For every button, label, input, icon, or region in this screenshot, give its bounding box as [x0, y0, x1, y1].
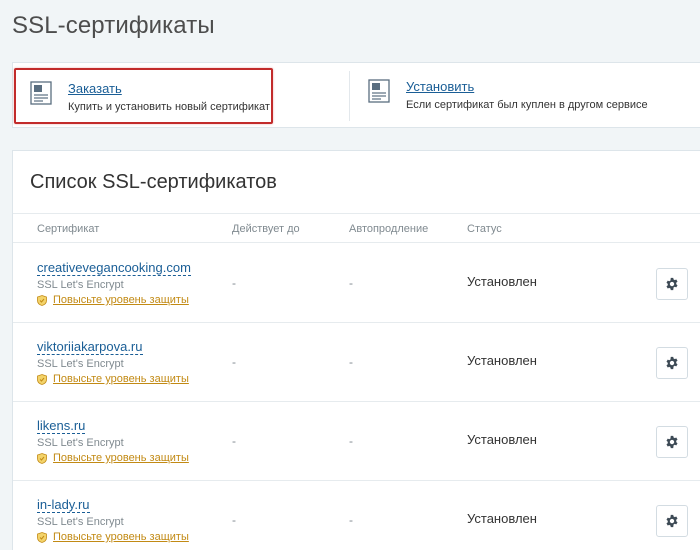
domain-link[interactable]: viktoriiakarpova.ru: [37, 340, 143, 355]
ssl-type: SSL Let's Encrypt: [37, 358, 124, 370]
settings-button[interactable]: [656, 347, 688, 379]
settings-button[interactable]: [656, 505, 688, 537]
upgrade-link[interactable]: Повысьте уровень защиты: [53, 373, 189, 385]
column-auto-renew: Автопродление: [349, 223, 429, 235]
page-title: SSL-сертификаты: [12, 12, 215, 39]
order-action-text: Заказать Купить и установить новый серти…: [68, 81, 270, 115]
domain-link[interactable]: creativevegancooking.com: [37, 261, 191, 276]
table-header: Сертификат Действует до Автопродление Ст…: [13, 213, 700, 243]
table-row: in-lady.ru SSL Let's Encrypt Повысьте ур…: [13, 481, 700, 550]
settings-button[interactable]: [656, 426, 688, 458]
table-row: creativevegancooking.com SSL Let's Encry…: [13, 244, 700, 323]
ssl-type: SSL Let's Encrypt: [37, 516, 124, 528]
certificate-icon: [368, 79, 390, 103]
order-action[interactable]: Заказать Купить и установить новый серти…: [14, 68, 273, 124]
install-description: Если сертификат был куплен в другом серв…: [406, 99, 648, 111]
upgrade-security: Повысьте уровень защиты: [37, 373, 189, 385]
domain-link[interactable]: likens.ru: [37, 419, 86, 434]
order-link[interactable]: Заказать: [68, 81, 270, 97]
status-text: Установлен: [467, 353, 537, 368]
ssl-type: SSL Let's Encrypt: [37, 437, 124, 449]
install-link[interactable]: Установить: [406, 79, 648, 95]
shield-icon: [37, 294, 47, 306]
status-text: Установлен: [467, 274, 537, 289]
auto-renew-value: -: [349, 434, 353, 448]
upgrade-link[interactable]: Повысьте уровень защиты: [53, 531, 189, 543]
column-valid-until: Действует до: [232, 223, 300, 235]
install-action-text: Установить Если сертификат был куплен в …: [406, 79, 648, 113]
settings-button[interactable]: [656, 268, 688, 300]
certificate-list-panel: Список SSL-сертификатов Сертификат Дейст…: [12, 150, 700, 550]
actions-divider: [349, 71, 350, 121]
upgrade-link[interactable]: Повысьте уровень защиты: [53, 452, 189, 464]
table-row: likens.ru SSL Let's Encrypt Повысьте уро…: [13, 402, 700, 481]
auto-renew-value: -: [349, 513, 353, 527]
certificate-icon: [30, 81, 52, 105]
upgrade-security: Повысьте уровень защиты: [37, 531, 189, 543]
upgrade-security: Повысьте уровень защиты: [37, 294, 189, 306]
gear-icon: [666, 277, 678, 291]
shield-icon: [37, 531, 47, 543]
valid-until-value: -: [232, 355, 236, 369]
gear-icon: [666, 356, 678, 370]
upgrade-security: Повысьте уровень защиты: [37, 452, 189, 464]
page: SSL-сертификаты Заказать Купить и устано…: [0, 0, 700, 550]
valid-until-value: -: [232, 276, 236, 290]
domain-link[interactable]: in-lady.ru: [37, 498, 90, 513]
actions-panel: Заказать Купить и установить новый серти…: [12, 62, 700, 128]
column-status: Статус: [467, 223, 502, 235]
valid-until-value: -: [232, 434, 236, 448]
install-action[interactable]: Установить Если сертификат был куплен в …: [363, 63, 693, 127]
order-description: Купить и установить новый сертификат: [68, 101, 270, 113]
table-row: viktoriiakarpova.ru SSL Let's Encrypt По…: [13, 323, 700, 402]
column-certificate: Сертификат: [37, 223, 100, 235]
auto-renew-value: -: [349, 276, 353, 290]
auto-renew-value: -: [349, 355, 353, 369]
shield-icon: [37, 373, 47, 385]
upgrade-link[interactable]: Повысьте уровень защиты: [53, 294, 189, 306]
gear-icon: [666, 435, 678, 449]
shield-icon: [37, 452, 47, 464]
status-text: Установлен: [467, 432, 537, 447]
list-title: Список SSL-сертификатов: [30, 171, 277, 193]
valid-until-value: -: [232, 513, 236, 527]
gear-icon: [666, 514, 678, 528]
ssl-type: SSL Let's Encrypt: [37, 279, 124, 291]
status-text: Установлен: [467, 511, 537, 526]
